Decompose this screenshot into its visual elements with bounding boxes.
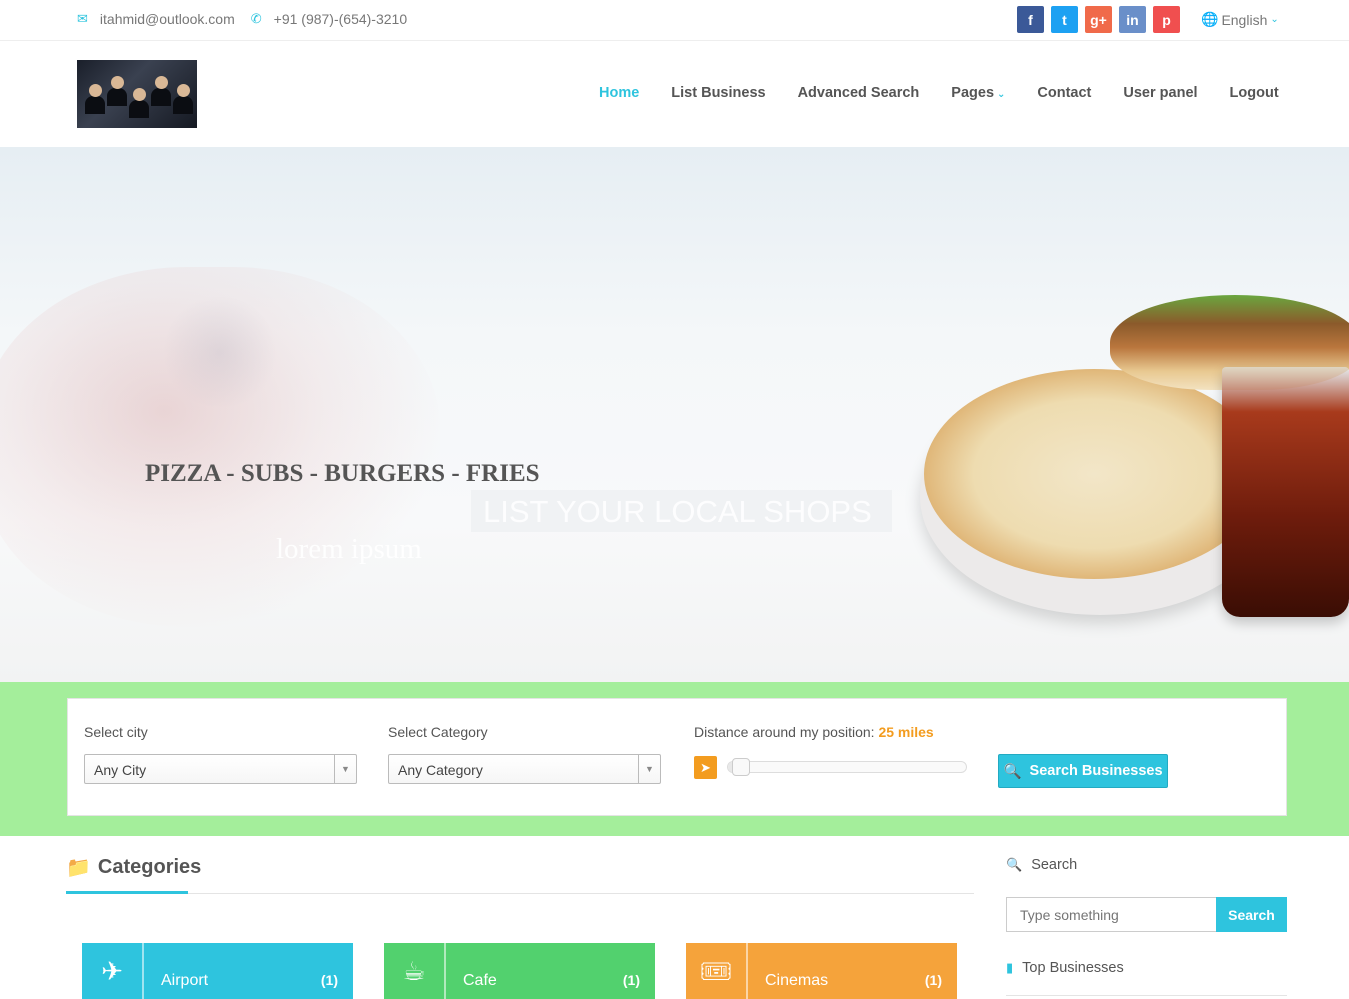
search-icon: 🔍	[1003, 763, 1022, 780]
contact-info: ✉ itahmid@outlook.com ✆ +91 (987)-(654)-…	[77, 11, 407, 27]
city-select-value: Any City	[94, 762, 147, 778]
hero-banner-strip: LIST YOUR LOCAL SHOPS	[471, 490, 892, 532]
search-businesses-button[interactable]: 🔍 Search Businesses	[998, 754, 1168, 788]
distance-value: 25 miles	[878, 724, 934, 740]
category-count: (1)	[924, 972, 942, 988]
folder-icon: 📁	[66, 857, 91, 879]
facebook-icon[interactable]: f	[1017, 6, 1044, 33]
city-label: Select city	[84, 724, 148, 740]
divider	[66, 893, 974, 894]
language-label: English	[1221, 11, 1268, 28]
sidebar-search-button[interactable]: Search	[1216, 897, 1287, 932]
chevron-down-icon: ⌄	[997, 89, 1006, 100]
category-label: Select Category	[388, 724, 488, 740]
phone-item[interactable]: ✆ +91 (987)-(654)-3210	[251, 11, 407, 27]
hero-banner: PIZZA - SUBS - BURGERS - FRIES LIST YOUR…	[0, 147, 1349, 682]
chevron-down-icon: ⌄	[1270, 14, 1279, 25]
cola-glass-image	[1222, 367, 1349, 617]
building-icon: ▮	[1006, 960, 1014, 975]
phone-text[interactable]: +91 (987)-(654)-3210	[274, 11, 407, 27]
globe-icon: 🌐	[1201, 11, 1219, 27]
ticket-icon: 🎟	[686, 943, 748, 999]
search-button-label: Search Businesses	[1029, 763, 1163, 779]
divider	[1006, 995, 1287, 996]
pinterest-icon[interactable]: p	[1153, 6, 1180, 33]
nav-item-home[interactable]: Home	[599, 85, 639, 101]
category-name: Cinemas	[765, 972, 829, 989]
category-name: Airport	[161, 972, 209, 989]
google-plus-icon[interactable]: g+	[1085, 6, 1112, 33]
distance-slider-handle[interactable]	[732, 758, 751, 776]
phone-icon: ✆	[250, 11, 262, 26]
linkedin-icon[interactable]: in	[1119, 6, 1146, 33]
coffee-cup-icon: ☕	[384, 943, 446, 999]
categories-heading: 📁 Categories	[66, 856, 202, 879]
nav-menu: Home List Business Advanced Search Pages ⌄ Co…	[599, 85, 1279, 101]
search-band: Select city Any City ▼ Select Category A…	[0, 682, 1349, 836]
distance-slider[interactable]	[727, 758, 967, 776]
category-card-cafe[interactable]: ☕ Cafe (1)	[384, 943, 655, 999]
search-form: Select city Any City ▼ Select Category A…	[67, 698, 1287, 816]
chevron-down-icon: ▼	[334, 755, 356, 783]
nav-item-logout[interactable]: Logout	[1230, 85, 1279, 101]
nav-item-advanced-search[interactable]: Advanced Search	[798, 85, 920, 101]
heading-underline	[66, 891, 188, 894]
category-name: Cafe	[463, 972, 497, 989]
category-count: (1)	[622, 972, 640, 988]
category-select-value: Any Category	[398, 762, 483, 778]
pizza-image	[924, 369, 1264, 579]
hero-banner-text: LIST YOUR LOCAL SHOPS	[483, 494, 872, 529]
category-card-airport[interactable]: ✈ Airport (1)	[82, 943, 353, 999]
site-logo[interactable]	[77, 60, 197, 128]
category-count: (1)	[320, 972, 338, 988]
main-navbar: Home List Business Advanced Search Pages ⌄ Co…	[0, 41, 1349, 147]
category-select[interactable]: Any Category ▼	[388, 754, 661, 784]
language-selector[interactable]: 🌐 English ⌄	[1201, 11, 1279, 28]
top-businesses-title: ▮ Top Businesses	[1006, 960, 1124, 976]
twitter-icon[interactable]: t	[1051, 6, 1078, 33]
city-select[interactable]: Any City ▼	[84, 754, 357, 784]
distance-label: Distance around my position: 25 miles	[694, 724, 934, 740]
hero-title: PIZZA - SUBS - BURGERS - FRIES	[145, 460, 540, 487]
email-item[interactable]: ✉ itahmid@outlook.com	[77, 11, 235, 27]
search-icon: 🔍	[1006, 857, 1023, 872]
nav-item-user-panel[interactable]: User panel	[1123, 85, 1197, 101]
envelope-icon: ✉	[77, 11, 88, 26]
social-links: f t g+ in p	[1017, 6, 1180, 33]
sidebar-search-input[interactable]	[1006, 897, 1218, 932]
nav-item-pages[interactable]: Pages ⌄	[951, 85, 1005, 101]
plane-icon: ✈	[82, 943, 144, 999]
top-bar: ✉ itahmid@outlook.com ✆ +91 (987)-(654)-…	[0, 0, 1349, 41]
nav-item-contact[interactable]: Contact	[1037, 85, 1091, 101]
category-card-cinemas[interactable]: 🎟 Cinemas (1)	[686, 943, 957, 999]
sidebar-search-title: 🔍 Search	[1006, 857, 1078, 873]
email-text[interactable]: itahmid@outlook.com	[100, 11, 235, 27]
location-arrow-button[interactable]: ➤	[694, 756, 717, 779]
hero-subtitle: lorem ipsum	[276, 533, 422, 565]
nav-item-list-business[interactable]: List Business	[671, 85, 765, 101]
chevron-down-icon: ▼	[638, 755, 660, 783]
